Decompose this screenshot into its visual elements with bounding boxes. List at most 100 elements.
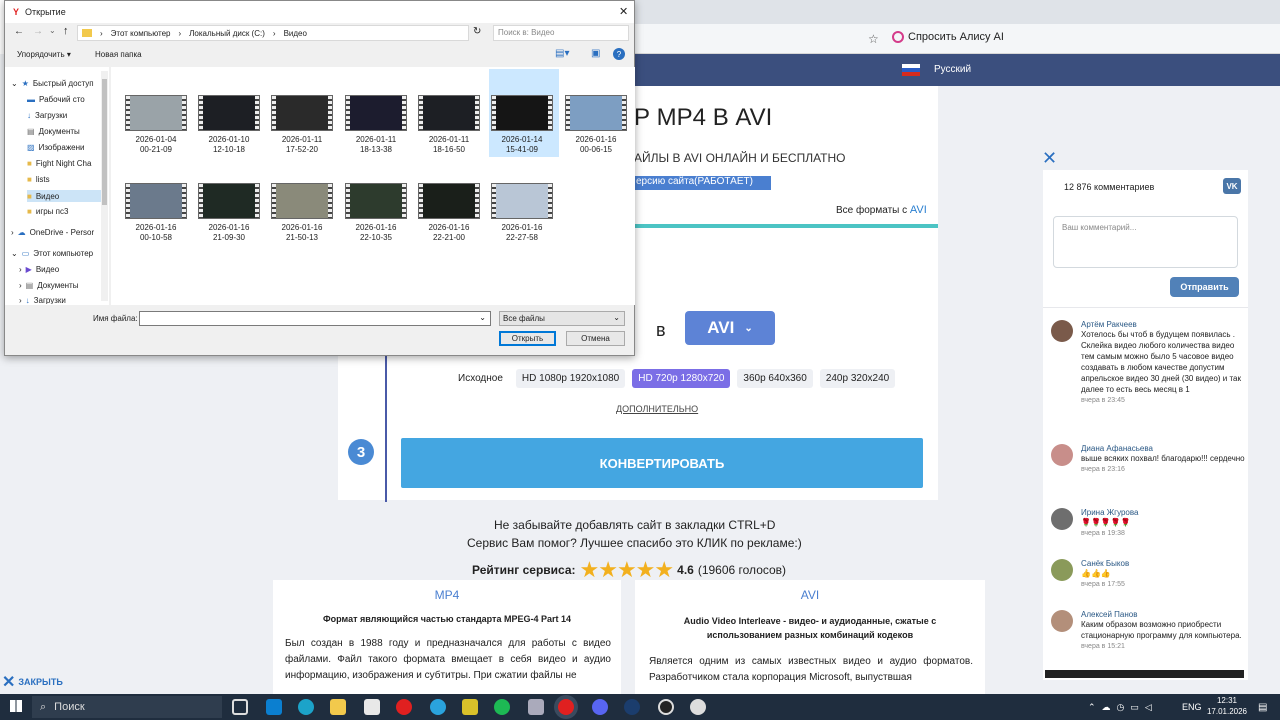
filename-input[interactable]: ⌄ (139, 311, 491, 326)
tree-item-videos-selected[interactable]: ■ Видео (27, 190, 101, 202)
avatar[interactable] (1051, 444, 1073, 466)
file-item[interactable]: 2026-01-11 18-16-50 (414, 135, 484, 155)
filetype-select[interactable]: Все файлы ⌄ (499, 311, 625, 326)
video-thumbnail[interactable] (491, 95, 553, 131)
forward-icon[interactable]: → (33, 26, 43, 37)
history-chevron-icon[interactable]: ⌄ (49, 26, 56, 35)
quality-360p[interactable]: 360p 640x360 (737, 369, 813, 388)
language-selector[interactable]: Русский (934, 64, 971, 75)
taskbar-search[interactable]: ⌕ Поиск (32, 696, 222, 718)
quality-240p[interactable]: 240p 320x240 (819, 369, 896, 388)
breadcrumb-item[interactable]: Видео (284, 29, 307, 38)
app-icon[interactable] (462, 699, 478, 715)
target-format-select[interactable]: AVI ⌄ (685, 311, 775, 345)
tree-item-pc-documents[interactable]: › ▤ Документы (19, 281, 78, 290)
preview-pane-icon[interactable]: ▣ (591, 48, 600, 59)
tree-item-downloads[interactable]: ↓ Загрузки (27, 111, 67, 120)
quality-720p[interactable]: HD 720p 1280x720 (632, 369, 731, 388)
comment-time[interactable]: вчера в 15:21 (1081, 643, 1247, 650)
tree-item-quick-access[interactable]: ⌄ ★ Быстрый доступ (11, 79, 94, 88)
file-item[interactable]: 2026-01-16 00-10-58 (121, 223, 191, 243)
new-folder-button[interactable]: Новая папка (95, 50, 142, 59)
comment-time[interactable]: вчера в 23:16 (1081, 466, 1247, 473)
video-thumbnail[interactable] (418, 95, 480, 131)
tree-item-documents[interactable]: ▤ Документы (27, 127, 80, 136)
telegram-icon[interactable] (430, 699, 446, 715)
video-thumbnail[interactable] (271, 95, 333, 131)
up-icon[interactable]: ↑ (63, 25, 69, 37)
yandex-browser-icon[interactable] (396, 699, 412, 715)
help-icon[interactable]: ? (613, 48, 625, 60)
tree-item-pc-downloads[interactable]: › ↓ Загрузки (19, 296, 66, 304)
file-item[interactable]: 2026-01-16 21-09-30 (194, 223, 264, 243)
comment-time[interactable]: вчера в 19:38 (1081, 530, 1247, 537)
comment-author[interactable]: Ирина Жгурова (1081, 508, 1247, 517)
system-tray[interactable]: ⌃☁◷▭◁ (1088, 702, 1158, 713)
open-button[interactable]: Открыть (499, 331, 556, 346)
avatar[interactable] (1051, 508, 1073, 530)
quality-original[interactable]: Исходное (452, 369, 509, 388)
comment-author[interactable]: Диана Афанасьева (1081, 444, 1247, 453)
close-ad-button[interactable]: ✕ ЗАКРЫТЬ (2, 672, 63, 692)
mail-icon[interactable] (266, 699, 282, 715)
avatar[interactable] (1051, 559, 1073, 581)
discord-icon[interactable] (592, 699, 608, 715)
bookmark-icon[interactable]: ☆ (868, 32, 879, 46)
task-view-icon[interactable] (232, 699, 248, 715)
tree-item-fight-night[interactable]: ■ Fight Night Cha (27, 159, 91, 168)
tree-item-desktop[interactable]: ▬ Рабочий сто (27, 95, 85, 104)
file-explorer-icon[interactable] (330, 699, 346, 715)
version-link[interactable]: ерсию сайта(РАБОТАЕТ) (634, 176, 771, 190)
organize-button[interactable]: Упорядочить ▾ (17, 50, 71, 59)
tree-item-this-pc[interactable]: ⌄ ▭ Этот компьютер (11, 249, 93, 258)
file-item[interactable]: 2026-01-16 21-50-13 (267, 223, 337, 243)
file-item[interactable]: 2026-01-16 00-06-15 (561, 135, 631, 155)
file-item[interactable]: 2026-01-11 18-13-38 (341, 135, 411, 155)
all-formats-link[interactable]: Все форматы с AVI (836, 204, 927, 216)
edge-icon[interactable] (298, 699, 314, 715)
video-thumbnail[interactable] (125, 95, 187, 131)
alice-button[interactable]: Спросить Алису AI (892, 31, 1004, 43)
avatar[interactable] (1051, 610, 1073, 632)
clock[interactable]: 12:31 17.01.2026 (1202, 695, 1252, 717)
close-icon[interactable]: ✕ (619, 5, 628, 18)
tree-scroll-thumb[interactable] (102, 79, 107, 205)
obs-icon[interactable] (658, 699, 674, 715)
chevron-down-icon[interactable]: ⌄ (479, 313, 486, 322)
additional-link[interactable]: ДОПОЛНИТЕЛЬНО (616, 404, 698, 414)
file-item[interactable]: 2026-01-16 22-27-58 (487, 223, 557, 243)
tree-item-pictures[interactable]: ▨ Изображени (27, 143, 85, 152)
breadcrumb[interactable]: › Этот компьютер › Локальный диск (C:) ›… (77, 25, 469, 41)
app-icon[interactable] (690, 699, 706, 715)
view-options-icon[interactable]: ▤▾ (555, 48, 569, 59)
comment-author[interactable]: Артём Ракчеев (1081, 320, 1247, 329)
cancel-button[interactable]: Отмена (566, 331, 625, 346)
breadcrumb-item[interactable]: Этот компьютер (111, 29, 171, 38)
store-icon[interactable] (364, 699, 380, 715)
comment-input[interactable]: Ваш комментарий... (1053, 216, 1238, 268)
video-thumbnail[interactable] (345, 183, 407, 219)
file-item[interactable]: 2026-01-16 22-10-35 (341, 223, 411, 243)
comment-time[interactable]: вчера в 23:45 (1081, 397, 1247, 404)
tree-item-ps3-games[interactable]: ■ игры пс3 (27, 207, 68, 216)
breadcrumb-item[interactable]: Локальный диск (C:) (189, 29, 265, 38)
language-indicator[interactable]: ENG (1182, 702, 1202, 712)
send-comment-button[interactable]: Отправить (1170, 277, 1239, 297)
file-item[interactable]: 2026-01-10 12-10-18 (194, 135, 264, 155)
comment-time[interactable]: вчера в 17:55 (1081, 581, 1247, 588)
close-comments-icon[interactable]: ✕ (1042, 148, 1057, 169)
avatar[interactable] (1051, 320, 1073, 342)
video-thumbnail[interactable] (565, 95, 627, 131)
spotify-icon[interactable] (494, 699, 510, 715)
comments-scrollbar[interactable] (1045, 670, 1244, 678)
video-thumbnail[interactable] (198, 183, 260, 219)
file-item[interactable]: 2026-01-14 15-41-09 (487, 135, 557, 155)
quality-1080p[interactable]: HD 1080p 1920x1080 (515, 369, 626, 388)
convert-button[interactable]: КОНВЕРТИРОВАТЬ (401, 438, 923, 488)
comment-author[interactable]: Санёк Быков (1081, 559, 1247, 568)
tree-item-pc-videos[interactable]: › ▶ Видео (19, 265, 59, 274)
video-thumbnail[interactable] (491, 183, 553, 219)
start-button[interactable] (10, 700, 22, 712)
video-thumbnail[interactable] (271, 183, 333, 219)
video-thumbnail[interactable] (125, 183, 187, 219)
